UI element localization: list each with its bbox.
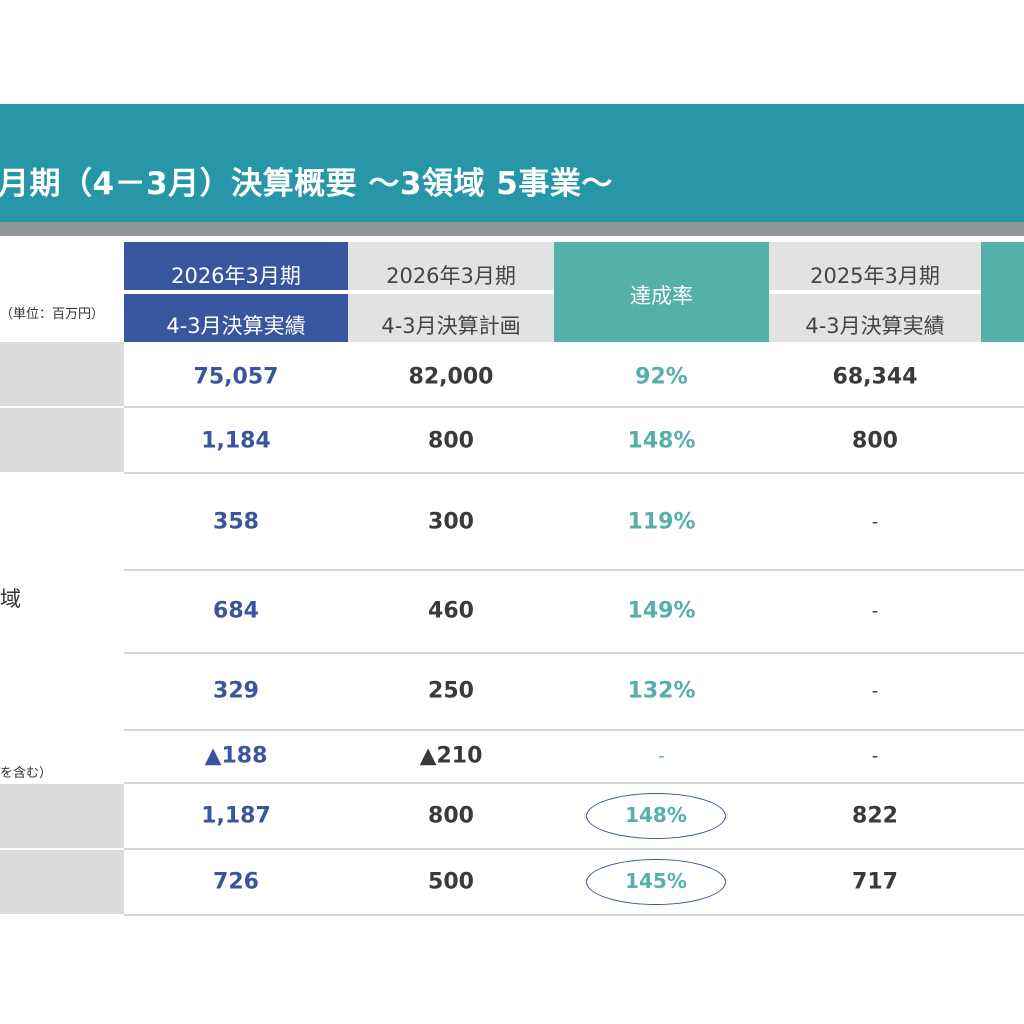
cell-rate: 149%	[627, 598, 696, 624]
cell-prior: 822	[852, 803, 898, 829]
cell-plan: 460	[428, 598, 474, 624]
cell-actual: 1,187	[201, 803, 271, 829]
cell-plan: 82,000	[408, 364, 494, 390]
segment-label: 域	[0, 587, 21, 611]
row-divider	[124, 406, 1024, 408]
row-label-cell-8	[0, 850, 124, 914]
cell-plan: 250	[428, 678, 474, 704]
cell-rate: 119%	[627, 509, 696, 535]
header-2025-actual: 2025年3月期 4-3月決算実績	[769, 242, 981, 342]
slide: 月期（4－3月）決算概要 ～3領域 5事業～ （単位：百万円） 域 を含む） 2…	[0, 0, 1024, 1024]
header-2026-plan: 2026年3月期 4-3月決算計画	[348, 242, 554, 342]
cell-actual: 684	[213, 598, 259, 624]
row-note: を含む）	[0, 766, 53, 781]
cell-plan: ▲210	[419, 743, 483, 769]
cell-plan: 300	[428, 509, 474, 535]
header-divider	[769, 290, 981, 294]
cell-prior: -	[871, 680, 879, 702]
cell-prior: -	[871, 745, 879, 767]
cell-actual: 329	[213, 678, 259, 704]
cell-prior: 68,344	[832, 364, 918, 390]
cell-prior: -	[871, 511, 879, 533]
row-label-cell-2	[0, 408, 124, 472]
slide-title: 月期（4－3月）決算概要 ～3領域 5事業～	[0, 166, 613, 202]
cell-rate: 148%	[627, 428, 696, 454]
row-divider	[124, 782, 1024, 784]
cell-rate: 92%	[635, 364, 688, 390]
row-label-cell-1	[0, 342, 124, 406]
cell-prior: 717	[852, 869, 898, 895]
cell-prior: -	[871, 600, 879, 622]
row-divider	[124, 472, 1024, 474]
header-2025-actual-line1: 2025年3月期	[810, 264, 940, 288]
header-2026-plan-line2: 4-3月決算計画	[381, 314, 521, 338]
header-achievement-rate-label: 達成率	[630, 284, 693, 308]
row-divider	[124, 652, 1024, 654]
cell-plan: 800	[428, 428, 474, 454]
cell-plan: 800	[428, 803, 474, 829]
unit-label: （単位：百万円）	[0, 307, 105, 322]
cell-rate: -	[658, 745, 665, 767]
cell-actual: 358	[213, 509, 259, 535]
cell-actual: ▲188	[204, 743, 268, 769]
cell-rate-highlighted: 145%	[586, 859, 726, 905]
cell-rate-highlighted: 148%	[586, 793, 726, 839]
row-divider	[124, 848, 1024, 850]
cell-actual: 726	[213, 869, 259, 895]
header-2026-plan-line1: 2026年3月期	[386, 264, 516, 288]
cell-actual: 75,057	[193, 364, 279, 390]
row-divider	[124, 729, 1024, 731]
row-divider	[124, 569, 1024, 571]
header-achievement-rate: 達成率	[554, 242, 769, 342]
header-2026-actual-line2: 4-3月決算実績	[166, 314, 306, 338]
cell-actual: 1,184	[201, 428, 271, 454]
header-2026-actual: 2026年3月期 4-3月決算実績	[124, 242, 348, 342]
header-divider	[348, 290, 554, 294]
row-label-cell-7	[0, 784, 124, 848]
cell-rate: 132%	[627, 678, 696, 704]
header-extra-column	[981, 242, 1024, 342]
cell-plan: 500	[428, 869, 474, 895]
cell-prior: 800	[852, 428, 898, 454]
header-2026-actual-line1: 2026年3月期	[171, 264, 301, 288]
header-divider	[124, 290, 348, 294]
row-divider	[124, 914, 1024, 916]
title-underline	[0, 222, 1024, 236]
header-2025-actual-line2: 4-3月決算実績	[805, 314, 945, 338]
